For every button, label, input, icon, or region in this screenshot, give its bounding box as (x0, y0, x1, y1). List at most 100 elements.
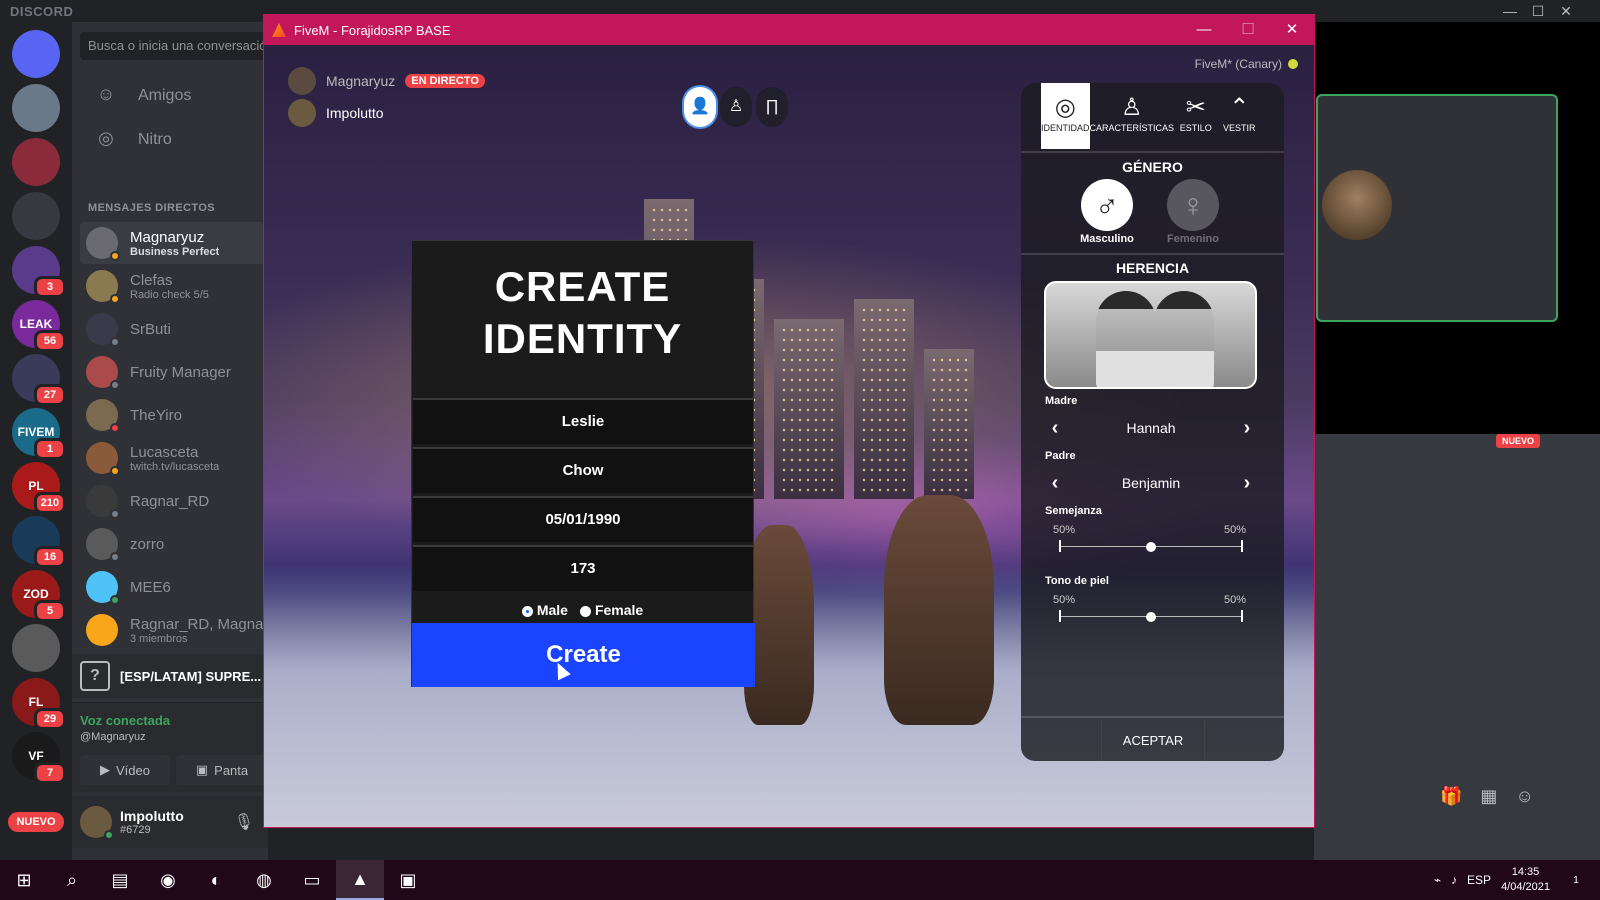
resemblance-slider[interactable] (1059, 540, 1243, 554)
server-icon[interactable] (12, 192, 60, 240)
server-icon[interactable] (12, 84, 60, 132)
chevron-right-icon[interactable]: › (1237, 472, 1257, 495)
video-button[interactable]: ▶ Vídeo (80, 755, 170, 785)
fivem-maximize-icon[interactable]: ☐ (1226, 15, 1270, 45)
server-icon[interactable]: ZOD 5 (12, 570, 66, 622)
dm-item[interactable]: TheYiro (80, 394, 266, 436)
unread-badge: 7 (34, 762, 66, 784)
language-indicator[interactable]: ESP (1467, 873, 1491, 887)
tab-identidad[interactable]: ◎ IDENTIDAD (1041, 83, 1090, 149)
divider (1021, 253, 1284, 255)
new-messages-tag[interactable]: NUEVO (1496, 434, 1541, 448)
slider-knob[interactable] (1146, 542, 1156, 552)
close-icon[interactable]: ✕ (1552, 2, 1580, 20)
father-face (1154, 291, 1214, 387)
dm-name: Clefas (130, 271, 173, 289)
face-view-button[interactable]: 👤 (684, 87, 716, 127)
dm-item[interactable]: Clefas Radio check 5/5 (80, 265, 266, 307)
dm-item[interactable]: Fruity Manager (80, 351, 266, 393)
app-icon[interactable]: ▣ (384, 860, 432, 900)
first-name-input[interactable]: Leslie (413, 398, 753, 444)
male-gender-button[interactable]: ♂ Masculino (1079, 179, 1135, 245)
male-radio[interactable]: Male (521, 602, 568, 618)
body-icon: ♙ (1121, 94, 1143, 121)
dob-input[interactable]: 05/01/1990 (413, 496, 753, 542)
fivem-taskbar-icon[interactable]: ▲ (336, 860, 384, 900)
tab-características[interactable]: ♙ CARACTERÍSTICAS (1090, 83, 1175, 149)
radio-icon (579, 605, 591, 617)
chrome-icon[interactable]: ◍ (240, 860, 288, 900)
nav-friends[interactable]: ☺ Amigos (80, 76, 266, 116)
dm-item[interactable]: SrButi (80, 308, 266, 350)
network-icon[interactable]: ⌁ (1434, 873, 1441, 887)
slider-knob[interactable] (1146, 612, 1156, 622)
female-radio[interactable]: Female (579, 602, 643, 618)
steam-icon[interactable]: ◉ (144, 860, 192, 900)
minimize-icon[interactable]: — (1496, 2, 1524, 20)
notifications-icon[interactable]: 1 (1552, 860, 1600, 900)
fivem-close-icon[interactable]: ✕ (1270, 15, 1314, 45)
dm-item[interactable]: zorro (80, 523, 266, 565)
last-name-input[interactable]: Chow (413, 447, 753, 493)
dm-item[interactable]: Ragnar_RD, Magnaryuz3 miembros (80, 609, 266, 651)
screen-share-button[interactable]: ▣ Panta (176, 755, 268, 785)
hanger-icon: ⌃ (1229, 94, 1250, 121)
windows-start-icon[interactable]: ⊞ (0, 860, 48, 900)
participant-avatar[interactable] (1322, 170, 1392, 240)
server-icon[interactable]: PL 210 (12, 462, 66, 514)
server-icon[interactable]: LEAK 56 (12, 300, 66, 352)
server-icon[interactable]: 3 (12, 246, 66, 298)
server-icon[interactable]: FIVEM 1 (12, 408, 66, 460)
create-button[interactable]: Create (412, 623, 755, 687)
skin-tone-slider[interactable] (1059, 610, 1243, 624)
gender-radios: Male Female (412, 595, 753, 625)
streamer-row[interactable]: Magnaryuz EN DIRECTO (288, 65, 485, 97)
female-gender-button[interactable]: ♀ Femenino (1165, 179, 1221, 245)
voice-server[interactable]: ? [ESP/LATAM] SUPRE... (72, 654, 268, 698)
viewer-row[interactable]: Impolutto (288, 97, 485, 129)
server-icon[interactable]: VF 7 (12, 732, 66, 784)
task-view-icon[interactable]: ▤ (96, 860, 144, 900)
server-icon[interactable]: FL 29 (12, 678, 66, 730)
server-icon[interactable] (12, 138, 60, 186)
server-icon[interactable] (12, 30, 60, 78)
status-dot (110, 251, 120, 261)
gift-icon[interactable]: 🎁 (1440, 786, 1462, 807)
dm-item[interactable]: Lucasceta twitch.tv/lucasceta (80, 437, 266, 479)
tab-vestir[interactable]: ⌃ VESTIR (1218, 83, 1261, 149)
body-view-button[interactable]: ♙ (720, 87, 752, 127)
accept-button[interactable]: ACEPTAR (1101, 721, 1205, 761)
emoji-icon[interactable]: ☺ (1515, 786, 1533, 807)
server-icon[interactable]: 27 (12, 354, 66, 406)
height-input[interactable]: 173 (413, 545, 753, 591)
chevron-left-icon[interactable]: ‹ (1045, 472, 1065, 495)
new-badge[interactable]: NUEVO (8, 812, 64, 832)
dm-text: Magnaryuz Business Perfect (130, 229, 219, 258)
avatar[interactable] (80, 806, 114, 840)
search-icon[interactable]: ⌕ (48, 860, 96, 900)
dm-item[interactable]: Magnaryuz Business Perfect (80, 222, 266, 264)
gif-icon[interactable]: ▦ (1480, 786, 1497, 807)
dm-item[interactable]: Ragnar_RD (80, 480, 266, 522)
chevron-left-icon[interactable]: ‹ (1045, 417, 1065, 440)
search-input[interactable]: Busca o inicia una conversación (80, 32, 268, 60)
maximize-icon[interactable]: ☐ (1524, 2, 1552, 20)
nav-nitro[interactable]: ◎ Nitro (80, 120, 266, 160)
microphone-icon[interactable]: 🎙 (234, 812, 254, 832)
tab-estilo[interactable]: ✂ ESTILO (1174, 83, 1217, 149)
avatar (86, 399, 120, 433)
legs-view-button[interactable]: ∏ (756, 87, 788, 127)
dm-item[interactable]: MEE6 (80, 566, 266, 608)
server-icon[interactable]: 16 (12, 516, 66, 568)
nav-nitro-label: Nitro (138, 131, 172, 148)
fivem-minimize-icon[interactable]: — (1182, 15, 1226, 45)
clock[interactable]: 14:35 4/04/2021 (1501, 865, 1550, 895)
user-panel: Impolutto #6729 🎙 (72, 796, 268, 848)
slider-end-right (1241, 540, 1243, 552)
file-explorer-icon[interactable]: ▭ (288, 860, 336, 900)
chevron-right-icon[interactable]: › (1237, 417, 1257, 440)
server-icon[interactable] (12, 624, 60, 672)
status-dot (110, 595, 120, 605)
volume-icon[interactable]: ♪ (1451, 873, 1457, 887)
discord-icon[interactable]: ◐ (192, 860, 240, 900)
